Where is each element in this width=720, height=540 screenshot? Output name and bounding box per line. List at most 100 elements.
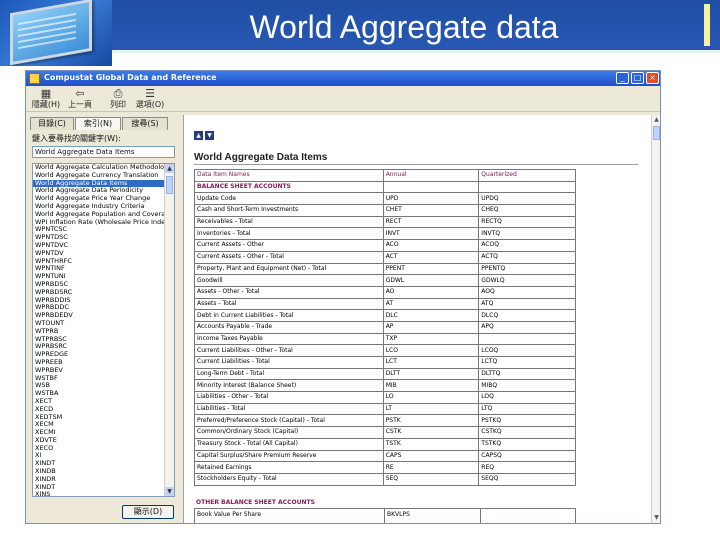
back-icon: ⇦: [75, 87, 85, 100]
index-list-item[interactable]: World Aggregate Population and Coverage: [33, 211, 164, 219]
index-list-item[interactable]: WTOUNT: [33, 320, 164, 328]
index-list-item[interactable]: WSB: [33, 382, 164, 390]
cell-annual: AO: [382, 285, 480, 299]
cell-annual: TXP: [382, 332, 480, 346]
index-list-item[interactable]: World Aggregate Data Items: [33, 179, 164, 188]
cell-annual: PPENT: [382, 262, 480, 276]
index-list-item[interactable]: XINS: [33, 491, 164, 496]
index-list-item[interactable]: WPREDGE: [33, 351, 164, 359]
scroll-thumb[interactable]: [166, 176, 173, 194]
index-list-item[interactable]: WPNTUNI: [33, 273, 164, 281]
cell-quarterized: SEQQ: [478, 472, 576, 486]
cell-quarterized: TSTKQ: [478, 437, 576, 451]
index-list-item[interactable]: XINDR: [33, 476, 164, 484]
cell-name: Liabilities - Total: [194, 402, 384, 416]
cell-name: Common/Ordinary Stock (Capital): [194, 426, 384, 439]
index-list-item[interactable]: World Aggregate Calculation Methodology: [33, 164, 164, 172]
index-list-item[interactable]: WPRBEV: [33, 367, 164, 375]
index-list-item[interactable]: WSTBA: [33, 390, 164, 398]
window-titlebar[interactable]: Compustat Global Data and Reference _ □ …: [26, 71, 660, 86]
index-list-item[interactable]: XINDT: [33, 484, 164, 492]
index-list-item[interactable]: WPRBDDC: [33, 304, 164, 312]
options-button[interactable]: ☰ 選項(O): [132, 88, 168, 110]
cell-quarterized: APQ: [478, 320, 576, 334]
cell-name: Assets - Total: [194, 297, 384, 311]
cell-annual: RE: [382, 461, 480, 474]
hide-label: 隱藏(H): [31, 100, 61, 109]
index-list-item[interactable]: XI: [33, 452, 164, 460]
index-list-item[interactable]: WPNTDVC: [33, 242, 164, 250]
index-list-item[interactable]: WPRBSRC: [33, 343, 164, 351]
index-list-item[interactable]: XINDT: [33, 460, 164, 468]
back-button[interactable]: ⇦ 上一頁: [62, 88, 98, 110]
table-row: Receivables - Total RECT RECTQ: [194, 215, 576, 229]
scroll-up-icon[interactable]: ▲: [652, 115, 660, 124]
index-list-item[interactable]: WPRBDSRC: [33, 289, 164, 297]
section-row: BALANCE SHEET ACCOUNTS: [194, 180, 576, 194]
print-button[interactable]: ⎙ 列印: [100, 88, 136, 110]
index-list-item[interactable]: WPRBDEDV: [33, 312, 164, 320]
tab-index[interactable]: 索引(N): [75, 117, 121, 130]
print-label: 列印: [110, 100, 126, 109]
topic-scrollbar[interactable]: ▲ ▼: [651, 115, 660, 523]
index-scrollbar[interactable]: ▲ ▼: [164, 164, 174, 496]
scroll-up-icon[interactable]: ▲: [165, 164, 174, 173]
close-button[interactable]: ×: [646, 72, 659, 84]
slide-header: World Aggregate data: [0, 0, 720, 66]
index-list-item[interactable]: World Aggregate Data Periodicity: [33, 187, 164, 195]
index-list-item[interactable]: WPRBDSC: [33, 281, 164, 289]
display-button[interactable]: 顯示(D): [122, 505, 174, 519]
index-list-item[interactable]: XECT: [33, 398, 164, 406]
table-row: Current Assets - Other ACO ACOQ: [194, 239, 576, 252]
cell-name: Book Value Per Share: [197, 511, 262, 518]
index-list-item[interactable]: WPNTHRFC: [33, 258, 164, 266]
cell-name: Cash and Short-Term Investments: [194, 204, 384, 217]
index-list-item[interactable]: WPREEB: [33, 359, 164, 367]
index-list-item[interactable]: World Aggregate Currency Translation: [33, 172, 164, 180]
cell-quarterized: ACOQ: [478, 239, 576, 252]
index-list-item[interactable]: WPNTDSC: [33, 234, 164, 242]
previous-topic-icon[interactable]: ▲: [194, 131, 203, 140]
index-list-item[interactable]: WPNTCSC: [33, 226, 164, 234]
scroll-thumb[interactable]: [653, 126, 660, 140]
index-list-item[interactable]: XECD: [33, 406, 164, 414]
scroll-down-icon[interactable]: ▼: [652, 513, 660, 522]
table-row: Common/Ordinary Stock (Capital) CSTK CSTKQ: [194, 426, 576, 439]
keyword-input[interactable]: [32, 146, 175, 158]
maximize-button[interactable]: □: [631, 72, 644, 84]
minimize-button[interactable]: _: [616, 72, 629, 84]
cell-quarterized: CSTKQ: [478, 426, 576, 439]
index-list-item[interactable]: XEDTSM: [33, 414, 164, 422]
index-list-item[interactable]: WPNTDV: [33, 250, 164, 258]
cell-annual: UPD: [382, 192, 480, 206]
index-list-item[interactable]: WPI Inflation Rate (Wholesale Price Inde…: [33, 219, 164, 227]
index-list-item[interactable]: XDVTE: [33, 437, 164, 445]
index-list-item[interactable]: XECM: [33, 421, 164, 429]
cell-annual: RECT: [382, 215, 480, 229]
cell-name: Liabilities - Other - Total: [194, 391, 384, 404]
index-list[interactable]: World Aggregate Calculation Methodology W…: [32, 163, 175, 497]
column-divider: [384, 509, 385, 523]
cell-quarterized: DLCQ: [478, 309, 576, 322]
index-list-item[interactable]: World Aggregate Price Year Change: [33, 195, 164, 203]
tab-search[interactable]: 搜尋(S): [122, 117, 168, 130]
header-accent: [704, 4, 710, 46]
index-list-item[interactable]: WSTBF: [33, 375, 164, 383]
tab-contents[interactable]: 目錄(C): [30, 117, 74, 130]
index-list-item[interactable]: XINDB: [33, 468, 164, 476]
hide-button[interactable]: ▦ 隱藏(H): [28, 88, 64, 110]
index-list-item[interactable]: WPNTINF: [33, 265, 164, 273]
next-topic-icon[interactable]: ▼: [205, 131, 214, 140]
index-list-item[interactable]: XECO: [33, 445, 164, 453]
cell-name: Update Code: [194, 192, 384, 206]
index-list-item[interactable]: World Aggregate Industry Criteria: [33, 203, 164, 211]
scroll-down-icon[interactable]: ▼: [165, 487, 174, 496]
index-list-item[interactable]: XECMI: [33, 429, 164, 437]
cell-name: Minority Interest (Balance Sheet): [194, 379, 384, 393]
index-list-item[interactable]: WTPRBSC: [33, 336, 164, 344]
table-row: Accounts Payable - Trade AP APQ: [194, 320, 576, 334]
other-accounts-table: Book Value Per Share BKVLPS: [194, 508, 576, 523]
index-list-item[interactable]: WTPRB: [33, 328, 164, 336]
cell-name: Debt in Current Liabilities - Total: [194, 309, 384, 322]
index-list-item[interactable]: WPRBDDIS: [33, 297, 164, 305]
